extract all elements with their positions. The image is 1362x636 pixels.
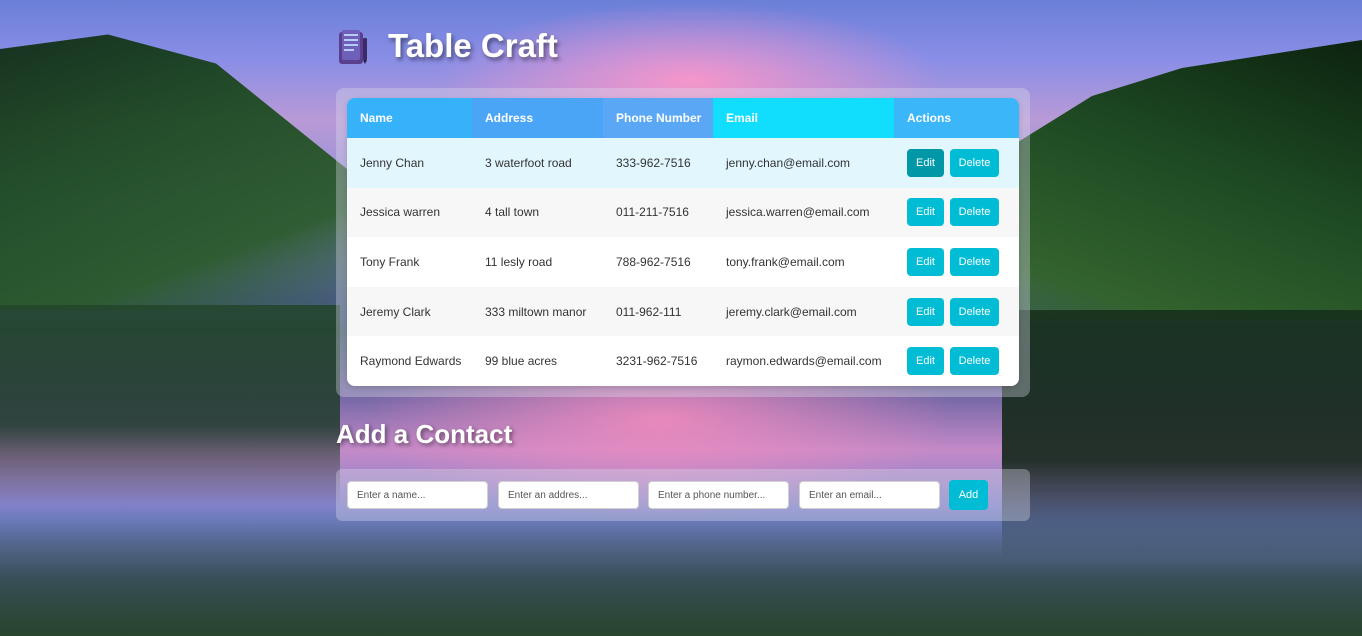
contacts-table-panel: Name Address Phone Number Email Actions …	[336, 88, 1030, 397]
cell-name: Raymond Edwards	[360, 354, 462, 369]
delete-button[interactable]: Delete	[950, 148, 999, 177]
cell-address: 11 lesly road	[485, 254, 553, 269]
cell-address: 3 waterfoot road	[485, 155, 572, 170]
contacts-table-card: Name Address Phone Number Email Actions …	[347, 98, 1019, 386]
email-input[interactable]	[799, 481, 940, 509]
add-contact-form: Add	[336, 469, 1030, 521]
table-row: Jeremy Clark 333 miltown manor 011-962-1…	[347, 286, 1019, 337]
cell-address: 333 miltown manor	[485, 304, 587, 319]
add-contact-heading: Add a Contact	[336, 419, 513, 449]
edit-button[interactable]: Edit	[907, 247, 944, 276]
cell-address: 99 blue acres	[485, 354, 558, 369]
cell-phone: 788-962-7516	[616, 254, 691, 269]
background-grass	[0, 506, 1362, 636]
table-row: Raymond Edwards 99 blue acres 3231-962-7…	[347, 336, 1019, 386]
address-input[interactable]	[498, 481, 639, 509]
cell-actions: Edit Delete	[894, 138, 1019, 188]
cell-actions: Edit Delete	[894, 336, 1019, 386]
background-reflection-left	[0, 305, 340, 505]
delete-button[interactable]: Delete	[950, 198, 999, 227]
column-header-phone: Phone Number	[603, 98, 713, 138]
phone-input[interactable]	[648, 481, 789, 509]
cell-actions: Edit Delete	[894, 237, 1019, 287]
table-row: Jenny Chan 3 waterfoot road 333-962-7516…	[347, 138, 1019, 188]
app-header: Table Craft	[336, 0, 1030, 96]
cell-email: jeremy.clark@email.com	[726, 304, 857, 319]
cell-email: jenny.chan@email.com	[726, 155, 851, 170]
edit-button[interactable]: Edit	[907, 198, 944, 227]
cell-actions: Edit Delete	[894, 287, 1019, 337]
cell-phone: 011-962-111	[616, 304, 682, 319]
edit-button[interactable]: Edit	[907, 347, 944, 376]
contacts-table: Name Address Phone Number Email Actions …	[347, 98, 1019, 386]
cell-name: Tony Frank	[360, 254, 420, 269]
delete-button[interactable]: Delete	[950, 347, 999, 376]
page-title: Table Craft	[388, 27, 558, 64]
table-row: Tony Frank 11 lesly road 788-962-7516 to…	[347, 237, 1019, 287]
cell-email: jessica.warren@email.com	[726, 205, 870, 220]
delete-button[interactable]: Delete	[950, 297, 999, 326]
delete-button[interactable]: Delete	[950, 247, 999, 276]
cell-phone: 333-962-7516	[616, 155, 691, 170]
cell-name: Jeremy Clark	[360, 304, 431, 319]
edit-button[interactable]: Edit	[907, 148, 944, 177]
table-row: Jessica warren 4 tall town 011-211-7516 …	[347, 187, 1019, 238]
cell-phone: 011-211-7516	[616, 205, 689, 220]
column-header-email: Email	[713, 98, 894, 138]
cell-address: 4 tall town	[485, 205, 540, 220]
app-container: Table Craft Name Address Phone Number Em	[336, 0, 1030, 521]
column-header-address: Address	[472, 98, 603, 138]
edit-button[interactable]: Edit	[907, 297, 944, 326]
cell-name: Jessica warren	[360, 205, 441, 220]
cell-email: tony.frank@email.com	[726, 254, 845, 269]
clipboard-notes-icon	[336, 28, 370, 66]
name-input[interactable]	[347, 481, 488, 509]
cell-phone: 3231-962-7516	[616, 354, 698, 369]
add-button[interactable]: Add	[949, 480, 988, 510]
table-header-row: Name Address Phone Number Email Actions	[347, 98, 1019, 138]
cell-name: Jenny Chan	[360, 155, 425, 170]
column-header-name: Name	[347, 98, 472, 138]
cell-email: raymon.edwards@email.com	[726, 354, 882, 369]
cell-actions: Edit Delete	[894, 188, 1019, 238]
column-header-actions: Actions	[894, 98, 1019, 138]
